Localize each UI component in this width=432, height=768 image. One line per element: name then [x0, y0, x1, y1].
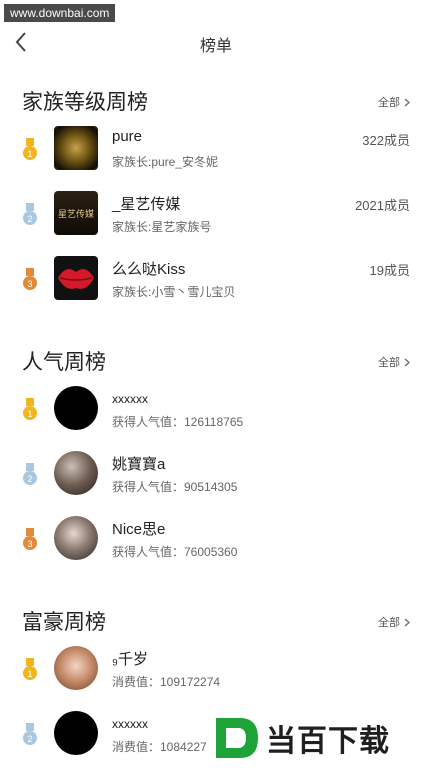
chevron-right-icon: [404, 618, 410, 626]
family-leader: 家族长:pure_安冬妮: [112, 155, 219, 169]
brand-logo-icon: [216, 718, 258, 758]
view-all-label: 全部: [378, 97, 400, 109]
consumption-value: 消费值：109172274: [112, 675, 221, 689]
family-name: 么么哒Kiss: [112, 261, 186, 278]
user-avatar: [54, 711, 98, 755]
family-ranking-section: 家族等级周榜 全部 1 pure 家族长:pure_安冬妮 322成员 2 星艺…: [0, 80, 432, 315]
list-item[interactable]: 1 ₉千岁 消费值：109172274: [0, 640, 432, 705]
list-item[interactable]: 3 Nice思e 获得人气值：76005360: [0, 510, 432, 575]
gold-medal-icon: 1: [23, 138, 37, 160]
family-name: pure: [112, 128, 143, 145]
svg-text:3: 3: [27, 279, 32, 289]
silver-medal-icon: 2: [23, 203, 37, 225]
view-all-link[interactable]: 全部: [378, 94, 410, 110]
user-avatar: [54, 451, 98, 495]
list-item[interactable]: 3 么么哒Kiss 家族长:小雪丶雪儿宝贝 19成员: [0, 250, 432, 315]
svg-text:1: 1: [27, 409, 32, 419]
popularity-value: 获得人气值：76005360: [112, 545, 238, 559]
user-name: ₉千岁: [112, 651, 148, 668]
view-all-link[interactable]: 全部: [378, 354, 410, 370]
member-count: 322成员: [362, 133, 410, 148]
user-name: 姚寶寶a: [112, 456, 166, 473]
silver-medal-icon: 2: [23, 463, 37, 485]
popularity-value: 获得人气值：90514305: [112, 480, 238, 494]
section-header: 人气周榜 全部: [0, 340, 432, 380]
list-item[interactable]: 2 姚寶寶a 获得人气值：90514305: [0, 445, 432, 510]
member-count: 2021成员: [355, 198, 410, 213]
popularity-ranking-section: 人气周榜 全部 1 xxxxxx 获得人气值：126118765 2 姚寶寶a …: [0, 340, 432, 575]
user-avatar: [54, 646, 98, 690]
section-title: 富豪周榜: [22, 611, 106, 634]
family-leader: 家族长:星艺家族号: [112, 220, 212, 234]
nav-bar: 榜单: [0, 24, 432, 60]
site-watermark: www.downbai.com: [4, 4, 116, 22]
chevron-right-icon: [404, 358, 410, 366]
gold-medal-icon: 1: [23, 398, 37, 420]
member-count: 19成员: [369, 263, 410, 278]
svg-text:2: 2: [27, 214, 32, 224]
section-header: 家族等级周榜 全部: [0, 80, 432, 120]
user-avatar: [54, 386, 98, 430]
list-item[interactable]: 2 星艺传媒 _星艺传媒 家族长:星艺家族号 2021成员: [0, 185, 432, 250]
svg-text:1: 1: [27, 149, 32, 159]
silver-medal-icon: 2: [23, 723, 37, 745]
family-logo: 星艺传媒: [54, 191, 98, 235]
section-header: 富豪周榜 全部: [0, 600, 432, 640]
svg-text:1: 1: [27, 669, 32, 679]
chevron-right-icon: [404, 98, 410, 106]
user-name: xxxxxx: [112, 717, 148, 731]
list-item[interactable]: 1 pure 家族长:pure_安冬妮 322成员: [0, 120, 432, 185]
user-avatar: [54, 516, 98, 560]
user-name: Nice思e: [112, 521, 166, 538]
svg-text:2: 2: [27, 474, 32, 484]
brand-name: 当百下载: [266, 725, 390, 758]
family-leader: 家族长:小雪丶雪儿宝贝: [112, 285, 236, 299]
svg-text:2: 2: [27, 734, 32, 744]
page-title: 榜单: [199, 38, 232, 55]
user-name: xxxxxx: [112, 392, 148, 406]
bronze-medal-icon: 3: [23, 528, 37, 550]
family-logo: [54, 256, 98, 300]
view-all-label: 全部: [378, 357, 400, 369]
svg-text:3: 3: [27, 539, 32, 549]
gold-medal-icon: 1: [23, 658, 37, 680]
family-name: _星艺传媒: [112, 196, 181, 213]
brand-watermark: 当百下载: [210, 712, 432, 764]
family-logo: [54, 126, 98, 170]
popularity-value: 获得人气值：126118765: [112, 415, 244, 429]
lips-icon: [58, 269, 94, 289]
consumption-value: 消费值：1084227: [112, 740, 207, 754]
section-title: 人气周榜: [22, 351, 106, 374]
view-all-link[interactable]: 全部: [378, 614, 410, 630]
section-title: 家族等级周榜: [22, 91, 148, 114]
bronze-medal-icon: 3: [23, 268, 37, 290]
list-item[interactable]: 1 xxxxxx 获得人气值：126118765: [0, 380, 432, 445]
view-all-label: 全部: [378, 617, 400, 629]
